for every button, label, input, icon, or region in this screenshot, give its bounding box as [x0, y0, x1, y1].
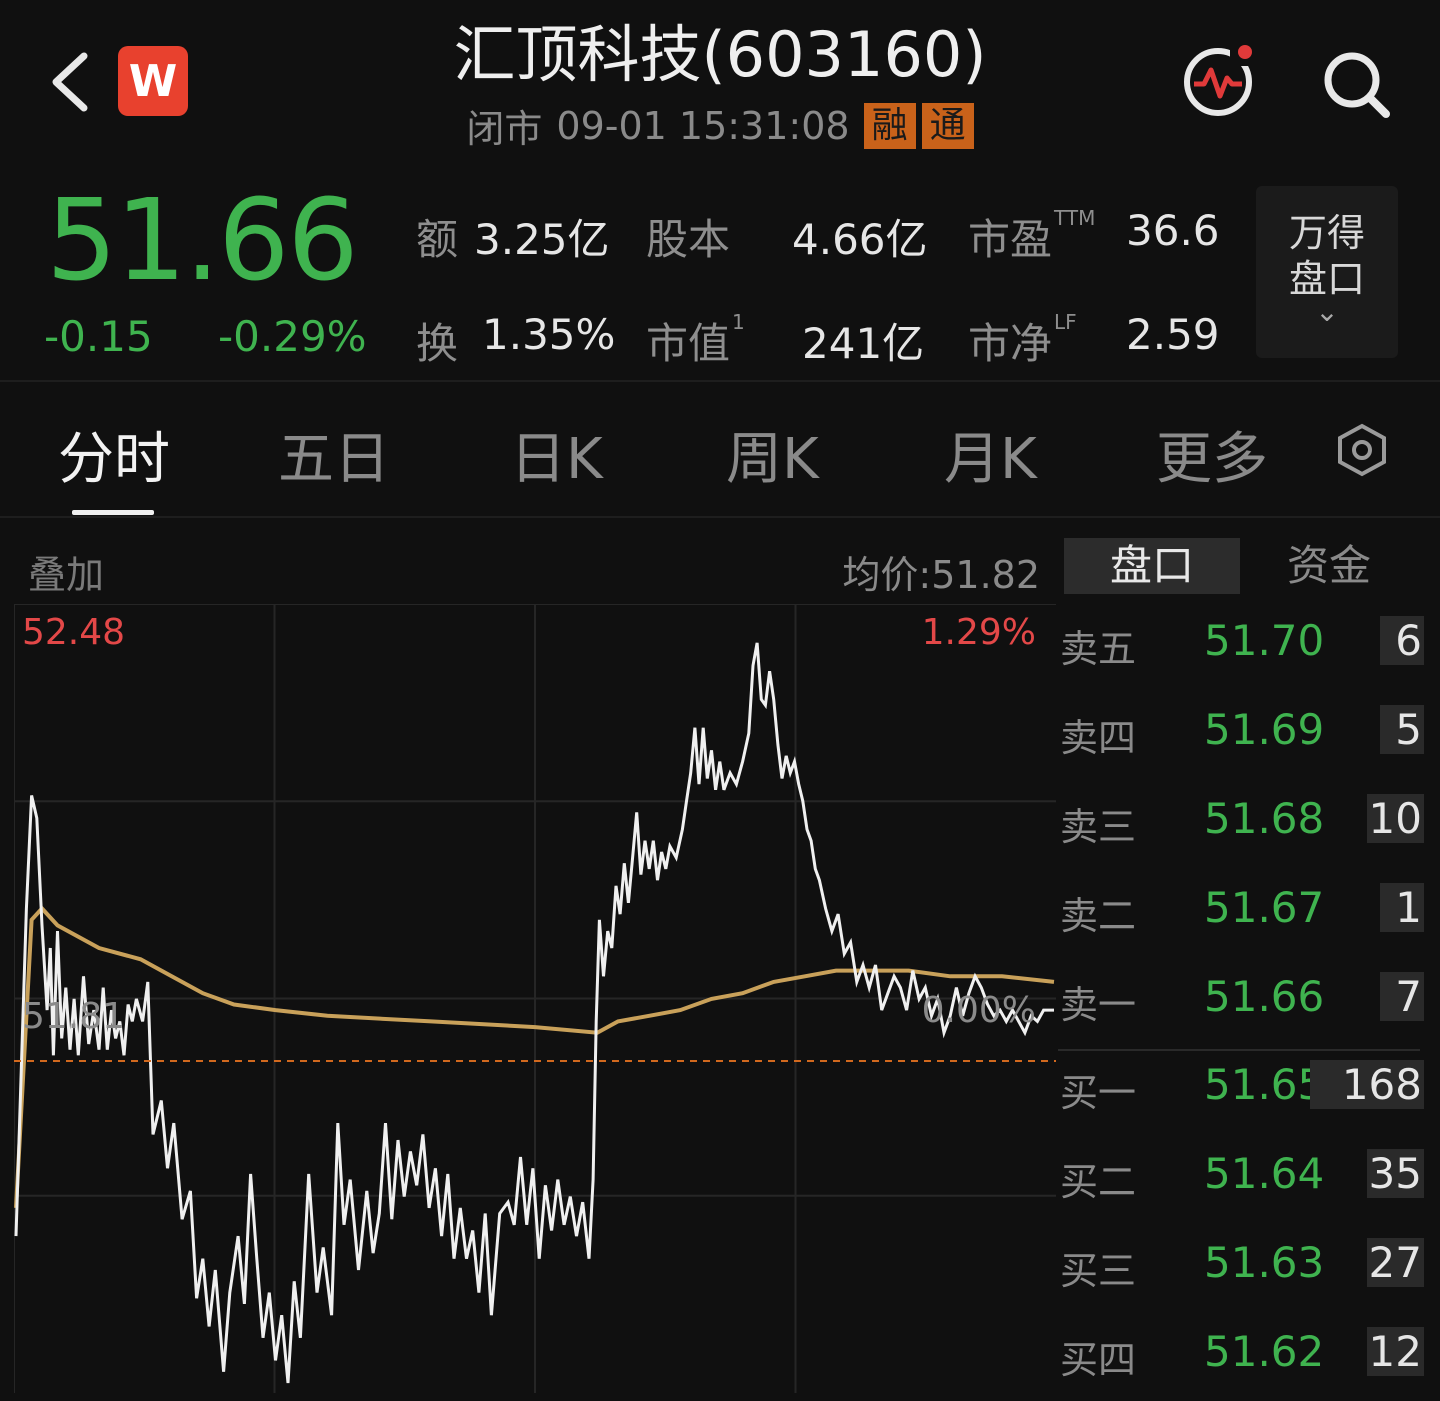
bid-row-2[interactable]: 买二 51.64 35 — [1058, 1135, 1428, 1223]
bid-level-label: 买三 — [1060, 1249, 1137, 1293]
wind-pankou-label-1: 万得 — [1288, 211, 1365, 255]
tab-capital-flow[interactable]: 资金 — [1254, 538, 1404, 594]
price-change-pct: -0.29% — [218, 312, 367, 361]
connect-tag: 通 — [921, 102, 974, 149]
bid-price: 51.62 — [1204, 1327, 1325, 1376]
bid-row-4[interactable]: 买四 51.62 12 — [1058, 1313, 1428, 1401]
wind-pankou-button[interactable]: 万得 盘口 ⌄ — [1256, 186, 1398, 358]
ask-price: 51.69 — [1204, 705, 1325, 754]
ask-price: 51.68 — [1204, 794, 1325, 843]
stat-label-amount: 额 — [416, 215, 459, 264]
last-price: 51.66 — [46, 176, 359, 306]
ask-volume: 7 — [1380, 972, 1424, 1021]
y-mid-label: 51.81 — [22, 996, 125, 1037]
tab-intraday[interactable]: 分时 — [58, 414, 170, 495]
tab-monthly-k[interactable]: 月K — [944, 414, 1037, 495]
chart-settings-button[interactable] — [1334, 422, 1390, 478]
ask-volume: 10 — [1366, 794, 1424, 843]
ask-level-label: 卖一 — [1060, 983, 1137, 1027]
page-title: 汇顶科技(603160) — [453, 18, 987, 91]
ask-row-4[interactable]: 卖四 51.69 5 — [1058, 691, 1428, 779]
bid-price: 51.63 — [1204, 1238, 1325, 1287]
back-button[interactable] — [40, 46, 100, 116]
tab-order-book[interactable]: 盘口 — [1064, 538, 1240, 594]
divider — [0, 516, 1440, 518]
ask-level-label: 卖二 — [1060, 894, 1137, 938]
ask-price: 51.70 — [1204, 616, 1325, 665]
stat-value-market-cap: 241亿 — [802, 319, 925, 368]
divider — [0, 380, 1440, 382]
stat-label-market-cap: 市值 1 — [646, 310, 745, 368]
bid-price: 51.64 — [1204, 1149, 1325, 1198]
bid-price: 51.65 — [1204, 1060, 1325, 1109]
y-max-pct-label: 1.29% — [922, 612, 1036, 653]
stat-label-pb: 市净 LF — [968, 310, 1077, 368]
back-icon — [52, 52, 88, 112]
stat-label-turnover: 换 — [416, 319, 459, 368]
intraday-chart[interactable]: 52.48 1.29% 51.81 0.00% — [14, 604, 1056, 1393]
ask-volume: 5 — [1380, 705, 1424, 754]
bid-volume: 27 — [1366, 1238, 1424, 1287]
settings-hexagon-icon — [1338, 423, 1386, 477]
stat-label-share-capital: 股本 — [646, 215, 731, 264]
chart-grid — [14, 604, 1056, 1393]
ask-level-label: 卖五 — [1060, 627, 1137, 671]
margin-tag: 融 — [863, 102, 916, 149]
ask-row-3[interactable]: 卖三 51.68 10 — [1058, 780, 1428, 868]
search-button[interactable] — [1320, 48, 1394, 122]
ask-row-2[interactable]: 卖二 51.67 1 — [1058, 869, 1428, 957]
market-status-line: 闭市 09-01 15:31:08 融 通 — [330, 98, 1110, 153]
active-tab-indicator — [72, 510, 154, 515]
pulse-button[interactable] — [1180, 42, 1260, 122]
ask-price: 51.66 — [1204, 972, 1325, 1021]
ask-volume: 1 — [1380, 883, 1424, 932]
stat-value-share-capital: 4.66亿 — [792, 215, 928, 264]
tab-daily-k[interactable]: 日K — [510, 414, 603, 495]
market-status: 闭市 — [466, 107, 543, 151]
bid-row-3[interactable]: 买三 51.63 27 — [1058, 1224, 1428, 1312]
pulse-icon — [1184, 42, 1260, 116]
ask-price: 51.67 — [1204, 883, 1325, 932]
bid-volume: 35 — [1366, 1149, 1424, 1198]
bid-level-label: 买一 — [1060, 1071, 1137, 1115]
ask-volume: 6 — [1380, 616, 1424, 665]
bid-volume: 12 — [1366, 1327, 1424, 1376]
stat-label-pe: 市盈 TTM — [968, 206, 1096, 264]
bid-level-label: 买二 — [1060, 1160, 1137, 1204]
tab-weekly-k[interactable]: 周K — [726, 414, 819, 495]
bid-row-1[interactable]: 买一 51.65 168 — [1058, 1046, 1428, 1134]
stat-value-pb: 2.59 — [1126, 310, 1220, 359]
timestamp: 09-01 15:31:08 — [556, 103, 850, 148]
search-icon — [1324, 52, 1390, 118]
stat-value-amount: 3.25亿 — [474, 215, 610, 264]
stat-value-turnover: 1.35% — [482, 310, 616, 359]
y-max-label: 52.48 — [22, 612, 125, 653]
overlay-button[interactable]: 叠加 — [28, 544, 104, 599]
wind-logo[interactable]: W — [118, 46, 188, 116]
ask-row-1[interactable]: 卖一 51.66 7 — [1058, 958, 1428, 1046]
average-price-label: 均价:51.82 — [842, 553, 1040, 597]
y-mid-pct-label: 0.00% — [922, 990, 1036, 1031]
chevron-down-icon: ⌄ — [1315, 295, 1339, 328]
price-change: -0.15 — [44, 312, 153, 361]
ask-row-5[interactable]: 卖五 51.70 6 — [1058, 602, 1428, 690]
ask-level-label: 卖四 — [1060, 716, 1137, 760]
bid-volume: 168 — [1310, 1060, 1424, 1109]
stat-value-pe: 36.6 — [1126, 206, 1220, 255]
tab-five-day[interactable]: 五日 — [278, 414, 390, 495]
bid-level-label: 买四 — [1060, 1338, 1137, 1382]
ask-level-label: 卖三 — [1060, 805, 1137, 849]
tab-more[interactable]: 更多 — [1156, 414, 1268, 495]
